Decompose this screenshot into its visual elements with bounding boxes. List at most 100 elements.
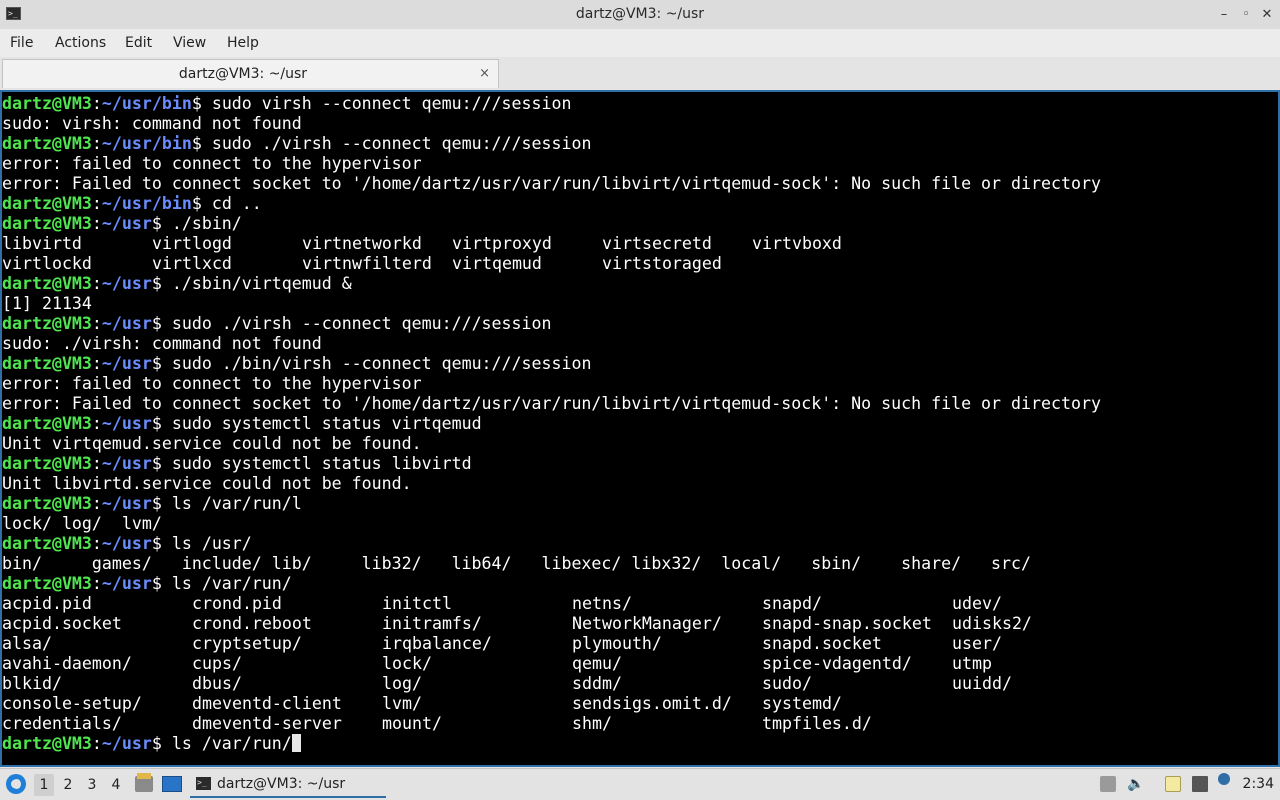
tab-bar: dartz@VM3: ~/usr × [0,57,1280,89]
prompt-user: dartz@VM3 [2,314,92,333]
terminal-listing-line: credentials/dmeventd-server mount/shm/tmp… [2,714,1142,734]
listing-entry: udisks2/ [952,614,1032,633]
listing-entry: tmpfiles.d/ [762,714,872,733]
listing-entry: sendsigs.omit.d/ [572,694,732,713]
listing-entry: utmp [952,654,992,673]
prompt-command: sudo ./virsh --connect qemu:///session [211,134,592,153]
listing-entry: credentials/ [2,714,122,733]
show-desktop-icon[interactable] [162,776,182,792]
listing-entry: virtvboxd [752,234,842,253]
terminal-output-line: sudo: ./virsh: command not found [2,334,322,353]
prompt-path: ~/usr [101,214,152,233]
close-icon[interactable]: ✕ [1257,5,1277,25]
prompt-command: sudo ./virsh --connect qemu:///session [171,314,552,333]
lxqt-start-icon[interactable] [6,774,26,794]
listing-entry: initctl [382,594,452,613]
volume-icon[interactable]: 🔈 [1127,776,1144,792]
prompt-path: ~/usr/bin [101,94,192,113]
listing-entry: libvirtd [2,234,82,253]
task-button-terminal[interactable]: >_ dartz@VM3: ~/usr [190,772,386,798]
terminal-icon: >_ [196,777,211,790]
workspace-2[interactable]: 2 [58,774,78,796]
listing-entry: alsa/ [2,634,52,653]
listing-entry: snapd.socket [762,634,882,653]
listing-entry: cups/ [192,654,242,673]
listing-entry: mount/ [382,714,442,733]
terminal-listing-line: acpid.socket crond.reboot initramfs/Networ… [2,614,1142,634]
terminal-prompt-line: dartz@VM3:~/usr$ sudo systemctl status v… [2,414,482,433]
prompt-user: dartz@VM3 [2,494,92,513]
listing-entry: snapd-snap.socket [762,614,932,633]
terminal-prompt-line: dartz@VM3:~/usr/bin$ cd .. [2,194,262,213]
notes-icon[interactable] [1165,776,1181,792]
tab-close-icon[interactable]: × [479,60,490,87]
window-titlebar[interactable]: >_ dartz@VM3: ~/usr – ◦ ✕ [0,0,1280,30]
info-icon[interactable] [1218,773,1230,785]
prompt-user: dartz@VM3 [2,454,92,473]
listing-entry: irqbalance/ [382,634,492,653]
menu-help[interactable]: Help [227,29,259,57]
prompt-path: ~/usr [101,534,152,553]
listing-entry: crond.pid [192,594,282,613]
listing-entry: spice-vdagentd/ [762,654,912,673]
prompt-command: sudo ./bin/virsh --connect qemu:///sessi… [171,354,592,373]
prompt-command: sudo systemctl status libvirtd [171,454,472,473]
listing-entry: user/ [952,634,1002,653]
prompt-path: ~/usr [101,454,152,473]
prompt-user: dartz@VM3 [2,214,92,233]
prompt-user: dartz@VM3 [2,414,92,433]
terminal-output-line: error: Failed to connect socket to '/hom… [2,394,1101,413]
terminal-listing-line: virtlockd virtlxcd virtnwfilterd virtqemud v… [2,254,1142,274]
listing-entry: snapd/ [762,594,822,613]
workspace-4[interactable]: 4 [106,774,126,796]
listing-entry: virtlockd [2,254,92,273]
window-title: dartz@VM3: ~/usr [575,6,705,22]
listing-entry: dbus/ [192,674,242,693]
terminal-listing-line: alsa/cryptsetup/irqbalance/plymouth/snap… [2,634,1142,654]
file-manager-icon[interactable] [135,773,153,792]
prompt-command: ls /var/run/ [171,734,292,753]
menu-view[interactable]: View [173,29,206,57]
maximize-icon[interactable]: ◦ [1236,5,1256,25]
listing-entry: virtlxcd [152,254,232,273]
terminal-output-line: bin/ games/ include/ lib/ lib32/ lib64/ … [2,554,1031,573]
prompt-path: ~/usr/bin [101,134,192,153]
terminal-prompt-line: dartz@VM3:~/usr$ sudo systemctl status l… [2,454,472,473]
listing-entry: virtqemud [452,254,542,273]
prompt-command: ./sbin/ [171,214,242,233]
terminal-prompt-line: dartz@VM3:~/usr$ ./sbin/virtqemud & [2,274,352,293]
terminal-prompt-line: dartz@VM3:~/usr/bin$ sudo virsh --connec… [2,94,572,113]
task-label: dartz@VM3: ~/usr [217,776,346,792]
workspace-1[interactable]: 1 [34,774,54,796]
terminal-output-line: error: failed to connect to the hypervis… [2,374,422,393]
tab-label: dartz@VM3: ~/usr [178,66,308,82]
prompt-path: ~/usr/bin [101,194,192,213]
listing-entry: log/ [382,674,422,693]
menu-file[interactable]: File [10,29,33,57]
listing-entry: dmeventd-server [192,714,342,733]
prompt-user: dartz@VM3 [2,354,92,373]
prompt-command: cd .. [211,194,262,213]
terminal-output-line: error: Failed to connect socket to '/hom… [2,174,1101,193]
prompt-command: ls /var/run/l [171,494,302,513]
prompt-path: ~/usr [101,494,152,513]
terminal-output-line: [1] 21134 [2,294,92,313]
menu-edit[interactable]: Edit [125,29,152,57]
clipboard-icon[interactable] [1100,776,1116,792]
prompt-user: dartz@VM3 [2,534,92,553]
prompt-command: ls /usr/ [171,534,252,553]
listing-entry: qemu/ [572,654,622,673]
terminal-prompt-line: dartz@VM3:~/usr$ sudo ./virsh --connect … [2,314,552,333]
listing-entry: udev/ [952,594,1002,613]
minimize-icon[interactable]: – [1214,5,1234,25]
prompt-command: ls /var/run/ [171,574,292,593]
tab-terminal[interactable]: dartz@VM3: ~/usr × [2,59,499,88]
menu-actions[interactable]: Actions [55,29,106,57]
terminal-prompt-line: dartz@VM3:~/usr$ ./sbin/ [2,214,242,233]
network-icon[interactable] [1192,776,1208,792]
terminal-prompt-line: dartz@VM3:~/usr$ ls /usr/ [2,534,252,553]
prompt-command: sudo systemctl status virtqemud [171,414,482,433]
terminal-view[interactable]: dartz@VM3:~/usr/bin$ sudo virsh --connec… [0,90,1280,767]
prompt-path: ~/usr [101,574,152,593]
workspace-3[interactable]: 3 [82,774,102,796]
